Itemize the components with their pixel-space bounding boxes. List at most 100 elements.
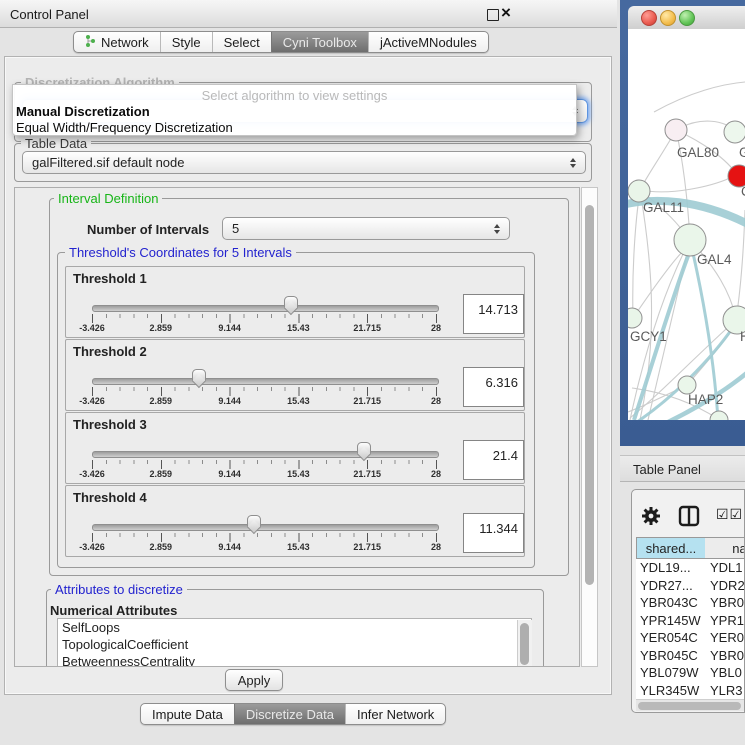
node-top-right[interactable] xyxy=(724,121,745,143)
threshold-2-slider-track[interactable] xyxy=(92,378,439,385)
network-canvas[interactable]: GAL80 GA C GAL11 GAL4 GCY1 HA HAP2 xyxy=(628,29,745,420)
table-row[interactable]: YBL079WYBL0 xyxy=(636,664,745,682)
node-gal80[interactable] xyxy=(665,119,687,141)
zoom-traffic-light-icon[interactable] xyxy=(679,10,695,26)
control-panel-title: Control Panel xyxy=(10,7,89,22)
tab-jactivemnodules[interactable]: jActiveMNodules xyxy=(368,32,488,52)
threshold-2-panel: Threshold 2 -3.426 2.859 9.144 15.43 21.… xyxy=(65,339,525,411)
node-label: GA xyxy=(739,145,745,160)
tab-network[interactable]: Network xyxy=(74,32,160,52)
settings-scrollbar[interactable] xyxy=(581,187,598,667)
interval-definition-group: Interval Definition Number of Intervals … xyxy=(49,198,569,576)
node-gal11[interactable] xyxy=(628,180,650,202)
threshold-4-slider-track[interactable] xyxy=(92,524,439,531)
algorithm-option-manual[interactable]: Manual Discretization xyxy=(13,103,576,119)
node-gcy1[interactable] xyxy=(628,308,642,328)
tab-network-label: Network xyxy=(101,35,149,50)
node-label: C xyxy=(741,184,745,199)
tab-impute-data[interactable]: Impute Data xyxy=(141,704,234,724)
close-icon[interactable]: × xyxy=(501,3,511,23)
node-label: HA xyxy=(740,329,745,344)
list-item[interactable]: BetweennessCentrality xyxy=(58,653,531,667)
table-row[interactable]: YBR045CYBR0 xyxy=(636,647,745,665)
column-header-name[interactable]: na xyxy=(705,537,745,559)
thresholds-group-title: Threshold's Coordinates for 5 Intervals xyxy=(65,245,296,260)
threshold-1-label: Threshold 1 xyxy=(73,271,147,286)
table-data-group-title: Table Data xyxy=(21,136,91,151)
threshold-1-panel: Threshold 1 -3.426 2.859 9.144 15.43 21.… xyxy=(65,266,525,338)
table-data-value: galFiltered.sif default node xyxy=(32,155,184,170)
bottom-tabbar: Impute Data Discretize Data Infer Networ… xyxy=(140,703,446,725)
scrollbar-thumb[interactable] xyxy=(638,702,741,710)
network-icon xyxy=(85,34,96,51)
table-row[interactable]: YBR043CYBR0 xyxy=(636,594,745,612)
minimize-traffic-light-icon[interactable] xyxy=(660,10,676,26)
numerical-attributes-list: SelfLoops TopologicalCoefficient Between… xyxy=(57,618,532,667)
numerical-attributes-heading: Numerical Attributes xyxy=(50,603,177,618)
table-rows: YDL19...YDL1 YDR27...YDR2 YBR043CYBR0 YP… xyxy=(636,559,745,699)
node-label: GAL4 xyxy=(697,252,732,267)
node-label: HAP2 xyxy=(688,392,723,407)
table-row[interactable]: YDR27...YDR2 xyxy=(636,577,745,595)
threshold-3-panel: Threshold 3 -3.426 2.859 9.144 15.43 21.… xyxy=(65,412,525,484)
tab-style[interactable]: Style xyxy=(160,32,212,52)
table-row[interactable]: YLR345WYLR3 xyxy=(636,682,745,700)
threshold-3-slider-thumb[interactable] xyxy=(357,442,371,461)
slider-ticks xyxy=(92,387,438,396)
tab-discretize-data[interactable]: Discretize Data xyxy=(234,704,345,724)
tab-select[interactable]: Select xyxy=(212,32,271,52)
table-data-combobox[interactable]: galFiltered.sif default node xyxy=(22,151,586,174)
network-window: GAL80 GA C GAL11 GAL4 GCY1 HA HAP2 xyxy=(620,0,745,446)
threshold-4-label: Threshold 4 xyxy=(73,490,147,505)
table-panel: ☑☑ shared... na YDL19...YDL1 YDR27...YDR… xyxy=(631,489,745,713)
list-item[interactable]: TopologicalCoefficient xyxy=(58,636,531,653)
network-window-titlebar[interactable] xyxy=(628,6,745,30)
threshold-4-slider-thumb[interactable] xyxy=(247,515,261,534)
control-panel-titlebar: Control Panel × xyxy=(0,0,617,28)
scrollbar-thumb[interactable] xyxy=(585,205,594,585)
algorithm-option-equal-width[interactable]: Equal Width/Frequency Discretization xyxy=(13,119,576,135)
table-row[interactable]: YER054CYER0 xyxy=(636,629,745,647)
threshold-2-value-field[interactable]: 6.316 xyxy=(463,367,524,407)
column-header-shared-name[interactable]: shared... xyxy=(636,537,706,559)
slider-ticks xyxy=(92,533,438,542)
threshold-3-slider-track[interactable] xyxy=(92,451,439,458)
threshold-1-value-field[interactable]: 14.713 xyxy=(463,294,524,334)
select-columns-icon[interactable]: ☑☑ xyxy=(716,506,743,523)
threshold-1-slider-track[interactable] xyxy=(92,305,439,312)
num-intervals-label: Number of Intervals xyxy=(87,222,209,237)
table-panel-titlebar: Table Panel xyxy=(620,455,745,482)
attributes-group: Attributes to discretize Numerical Attri… xyxy=(46,589,544,667)
num-intervals-combobox[interactable]: 5 xyxy=(222,217,510,240)
threshold-3-value-field[interactable]: 21.4 xyxy=(463,440,524,480)
apply-button[interactable]: Apply xyxy=(225,669,283,691)
thresholds-group: Threshold's Coordinates for 5 Intervals … xyxy=(57,252,535,568)
split-columns-icon[interactable] xyxy=(678,505,700,530)
slider-ticks xyxy=(92,314,438,323)
interval-definition-title: Interval Definition xyxy=(54,191,162,206)
float-window-icon[interactable] xyxy=(487,9,499,21)
table-row[interactable]: YPR145WYPR1 xyxy=(636,612,745,630)
threshold-1-slider-thumb[interactable] xyxy=(284,296,298,315)
slider-ticks xyxy=(92,460,438,469)
table-panel-title: Table Panel xyxy=(633,462,701,477)
node-label: GAL11 xyxy=(643,200,684,215)
close-traffic-light-icon[interactable] xyxy=(641,10,657,26)
node-bottom[interactable] xyxy=(710,411,728,420)
table-row[interactable]: YDL19...YDL1 xyxy=(636,559,745,577)
num-intervals-value: 5 xyxy=(232,221,239,236)
settings-scroll-viewport: Interval Definition Number of Intervals … xyxy=(14,187,580,667)
threshold-2-slider-thumb[interactable] xyxy=(192,369,206,388)
threshold-3-label: Threshold 3 xyxy=(73,417,147,432)
threshold-2-label: Threshold 2 xyxy=(73,344,147,359)
tab-infer-network[interactable]: Infer Network xyxy=(345,704,445,724)
tab-cyni-toolbox[interactable]: Cyni Toolbox xyxy=(271,32,368,52)
table-horizontal-scrollbar[interactable] xyxy=(636,699,744,711)
node-label: GCY1 xyxy=(630,329,667,344)
list-item[interactable]: SelfLoops xyxy=(58,619,531,636)
threshold-4-panel: Threshold 4 -3.426 2.859 9.144 15.43 21.… xyxy=(65,485,525,557)
threshold-4-value-field[interactable]: 11.344 xyxy=(463,513,524,553)
algorithm-hint: Select algorithm to view settings xyxy=(13,85,576,103)
list-scrollbar[interactable] xyxy=(517,620,532,667)
gear-icon[interactable] xyxy=(641,506,661,529)
